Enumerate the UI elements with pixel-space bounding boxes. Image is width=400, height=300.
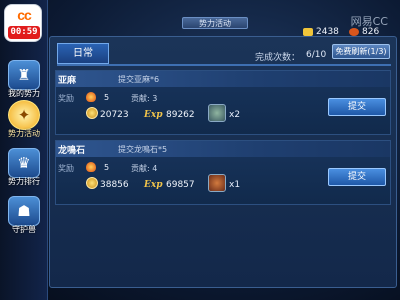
fire-gem-icon	[349, 28, 359, 36]
sidebar-item-label: 势力排行	[8, 177, 40, 186]
contribution: 贡献: 4	[131, 164, 158, 173]
ranking-icon: ♛	[8, 148, 40, 178]
castle-icon: ♜	[8, 60, 40, 90]
contribution: 贡献: 3	[131, 94, 158, 103]
exp-reward: 69857	[166, 180, 195, 190]
money-reward: 20723	[100, 110, 129, 120]
quest-name: 龙鳴石	[58, 146, 86, 156]
submit-button[interactable]: 提交	[328, 168, 386, 186]
flax-item-icon[interactable]	[208, 104, 226, 122]
sidebar-item-label: 我的势力	[8, 89, 40, 98]
sidebar-item-label: 势力活动	[8, 129, 40, 138]
sidebar-item-my-faction[interactable]: ♜ 我的势力	[4, 60, 44, 100]
dragon-stone-item-icon[interactable]	[208, 174, 226, 192]
gold-ingot-icon	[303, 28, 313, 36]
free-refresh-button[interactable]: 免费刷新(1/3)	[332, 44, 390, 59]
quest-card: 亚麻 提交亚麻*6 奖励 5 贡献: 3 20723 Exp 89262 x2 …	[55, 70, 391, 135]
money-reward: 38856	[100, 180, 129, 190]
quest-name: 亚麻	[58, 76, 77, 86]
sidebar-item-label: 守护兽	[12, 225, 36, 234]
coin-icon	[86, 107, 98, 119]
fire-gem-icon	[86, 92, 96, 102]
quest-objective: 提交龙鳴石*5	[118, 145, 168, 154]
fire-gem-icon	[86, 162, 96, 172]
activity-icon: ✦	[8, 100, 40, 130]
sidebar-item-guardian-beast[interactable]: ☗ 守护兽	[4, 196, 44, 236]
item-quantity: x2	[229, 110, 241, 120]
page-title: 势力活动	[182, 17, 248, 29]
exp-reward: 89262	[166, 110, 195, 120]
reward-label: 奖励	[58, 94, 74, 103]
reward-count: 5	[104, 93, 110, 102]
guardian-beast-icon: ☗	[8, 196, 40, 226]
cc-logo: cc	[17, 7, 32, 23]
sidebar-item-faction-ranking[interactable]: ♛ 势力排行	[4, 148, 44, 188]
tab-daily[interactable]: 日常	[57, 43, 109, 64]
exp-label: Exp	[144, 180, 163, 190]
coin-icon	[86, 177, 98, 189]
quest-card: 龙鳴石 提交龙鳴石*5 奖励 5 贡献: 4 38856 Exp 69857 x…	[55, 140, 391, 205]
exp-label: Exp	[144, 110, 163, 120]
completion-count: 6/10	[306, 50, 327, 60]
completion-label: 完成次数：	[255, 53, 301, 63]
quest-header	[56, 141, 390, 157]
reward-label: 奖励	[58, 164, 74, 173]
recorder-widget[interactable]: cc 00:59	[4, 4, 42, 42]
sidebar-item-faction-activity[interactable]: ✦ 势力活动	[4, 100, 44, 140]
recording-timer: 00:59	[8, 26, 40, 39]
quest-objective: 提交亚麻*6	[118, 75, 160, 84]
tab-underline	[57, 64, 391, 66]
reward-count: 5	[104, 163, 110, 172]
submit-button[interactable]: 提交	[328, 98, 386, 116]
item-quantity: x1	[229, 180, 241, 190]
quest-header	[56, 71, 390, 87]
